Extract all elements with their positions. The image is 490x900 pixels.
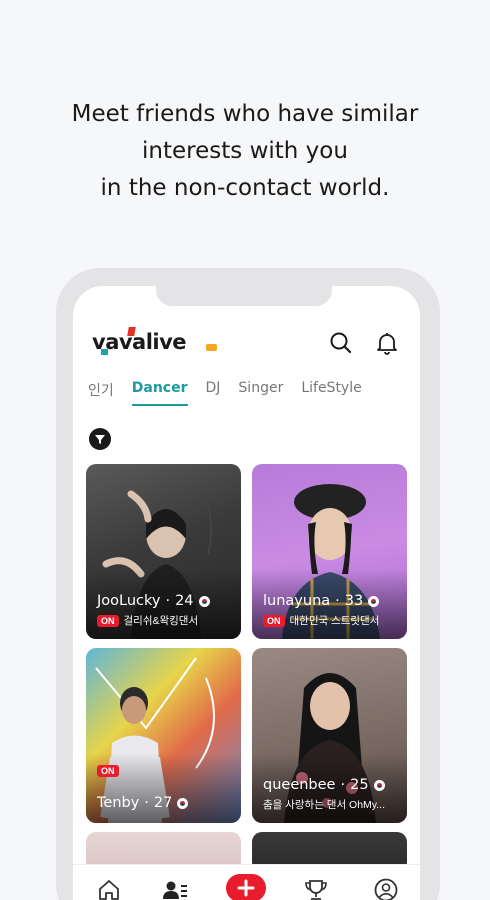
profile-icon[interactable] bbox=[373, 877, 399, 900]
live-badge: ON bbox=[97, 765, 119, 777]
headline: Meet friends who have similar interests … bbox=[0, 96, 490, 207]
trophy-icon[interactable] bbox=[303, 877, 329, 900]
korea-flag-icon bbox=[368, 595, 380, 607]
user-subtitle-row: ON 대한민국 스트릿댄서 bbox=[263, 613, 379, 628]
people-list-icon[interactable] bbox=[162, 877, 188, 900]
user-subtitle: 걸리쉬&왁킹댄서 bbox=[123, 615, 199, 627]
user-subtitle: 춤을 사랑하는 댄서 OhMy... bbox=[263, 799, 386, 811]
separator: · bbox=[340, 777, 346, 793]
app-logo: vavalive bbox=[92, 327, 217, 356]
card-shade bbox=[86, 753, 241, 823]
user-age: 27 bbox=[153, 795, 173, 811]
user-name: queenbee bbox=[263, 777, 336, 793]
add-live-button[interactable] bbox=[226, 874, 266, 900]
tab-popular[interactable]: 인기 bbox=[88, 380, 114, 406]
plus-icon bbox=[237, 879, 255, 897]
headline-line-1: Meet friends who have similar bbox=[71, 101, 419, 127]
korea-flag-icon bbox=[198, 595, 210, 607]
user-subtitle-row: 춤을 사랑하는 댄서 OhMy... bbox=[263, 797, 385, 812]
user-card[interactable]: lunayuna · 33 ON 대한민국 스트릿댄서 bbox=[252, 464, 407, 639]
headline-line-3: in the non-contact world. bbox=[100, 175, 390, 201]
logo-teal-accent bbox=[101, 349, 108, 355]
user-card[interactable]: ON Tenby · 27 bbox=[86, 648, 241, 823]
live-badge: ON bbox=[263, 614, 285, 627]
tab-singer[interactable]: Singer bbox=[238, 380, 283, 406]
korea-flag-icon bbox=[373, 779, 385, 791]
separator: · bbox=[144, 795, 149, 811]
user-subtitle-row: ON 걸리쉬&왁킹댄서 bbox=[97, 613, 198, 628]
logo-orange-accent bbox=[206, 344, 217, 351]
separator: · bbox=[335, 593, 340, 609]
bell-icon[interactable] bbox=[374, 330, 400, 356]
filter-icon[interactable] bbox=[89, 428, 111, 450]
user-name-age: JooLucky · 24 bbox=[97, 593, 210, 609]
user-name-age: queenbee · 25 bbox=[263, 777, 385, 793]
user-name-age: Tenby · 27 bbox=[97, 795, 189, 811]
tab-dj[interactable]: DJ bbox=[206, 380, 221, 406]
search-icon[interactable] bbox=[328, 330, 354, 356]
user-age: 33 bbox=[344, 593, 364, 609]
home-icon[interactable] bbox=[96, 877, 122, 900]
korea-flag-icon bbox=[177, 797, 189, 809]
category-tabs: 인기 Dancer DJ Singer LifeStyle bbox=[88, 380, 380, 406]
separator: · bbox=[165, 593, 171, 609]
tab-lifestyle[interactable]: LifeStyle bbox=[301, 380, 361, 406]
user-name-age: lunayuna · 33 bbox=[263, 593, 380, 609]
user-card[interactable]: queenbee · 25 춤을 사랑하는 댄서 OhMy... bbox=[252, 648, 407, 823]
user-card[interactable]: JooLucky · 24 ON 걸리쉬&왁킹댄서 bbox=[86, 464, 241, 639]
headline-line-2: interests with you bbox=[142, 138, 348, 164]
user-name: JooLucky bbox=[97, 593, 161, 609]
live-badge: ON bbox=[97, 614, 119, 627]
user-age: 24 bbox=[175, 593, 194, 609]
bottom-nav bbox=[73, 864, 420, 900]
user-name: lunayuna bbox=[263, 593, 331, 609]
phone-screen: vavalive 인기 Dancer DJ Singer LifeStyle J… bbox=[73, 286, 420, 900]
user-subtitle: 대한민국 스트릿댄서 bbox=[289, 615, 380, 627]
user-age: 25 bbox=[350, 777, 369, 793]
user-name: Tenby bbox=[97, 795, 140, 811]
phone-notch bbox=[156, 286, 332, 306]
tab-dancer[interactable]: Dancer bbox=[131, 380, 188, 406]
